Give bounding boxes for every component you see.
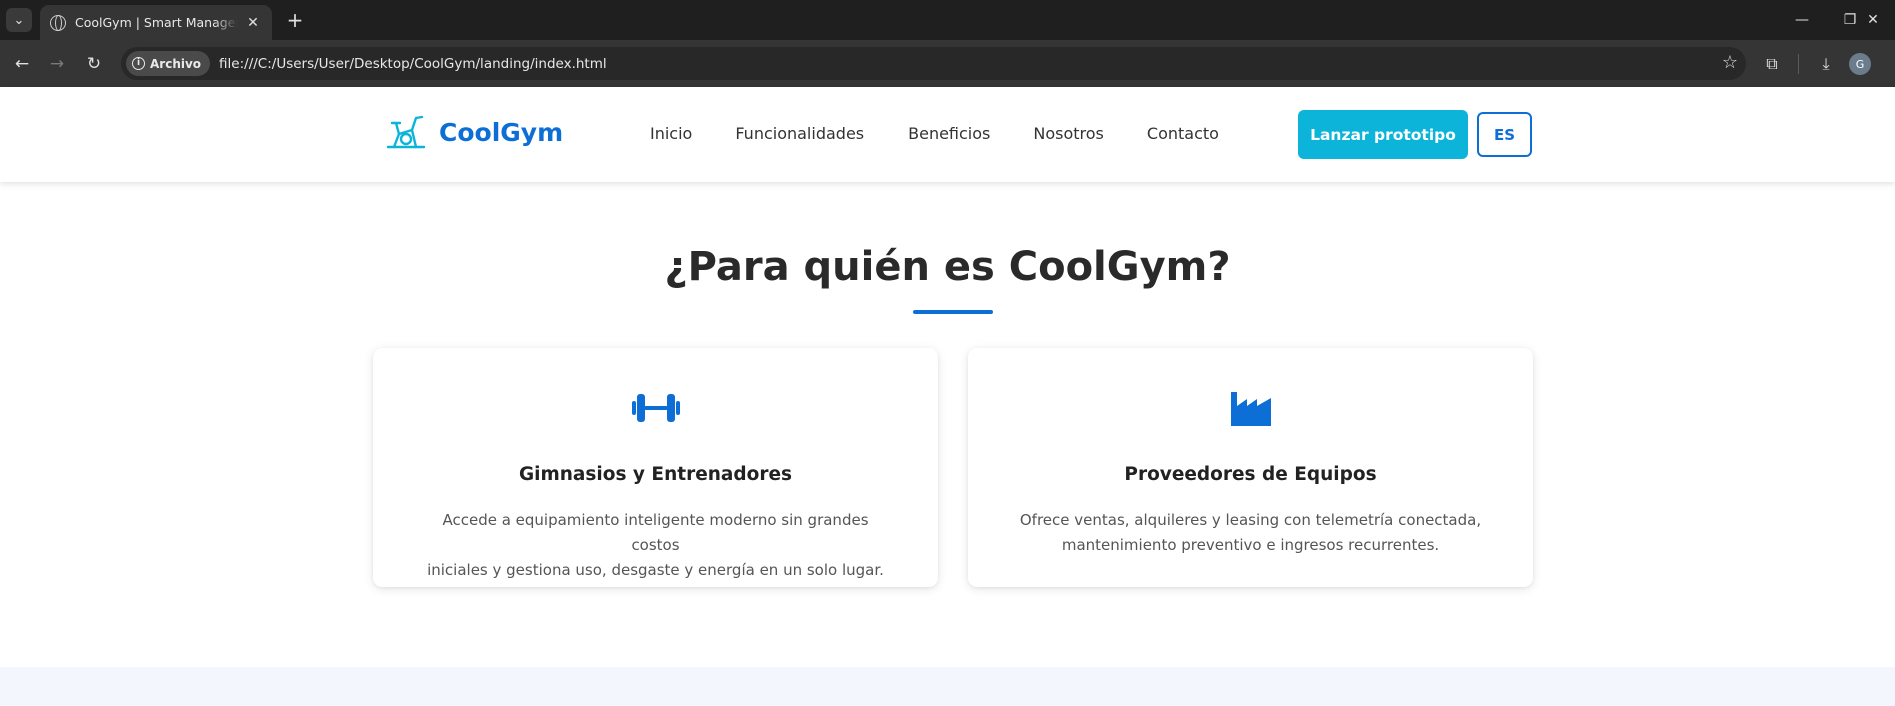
profile-avatar[interactable]: G bbox=[1849, 53, 1871, 75]
minimize-icon[interactable]: — bbox=[1780, 6, 1824, 34]
card-description: Ofrece ventas, alquileres y leasing con … bbox=[1013, 508, 1488, 558]
card-text-line: Accede a equipamiento inteligente modern… bbox=[442, 511, 869, 554]
reload-icon[interactable]: ↻ bbox=[80, 50, 108, 78]
section-title: ¿Para quién es CoolGym? bbox=[664, 244, 1231, 290]
card-title: Proveedores de Equipos bbox=[1124, 464, 1377, 485]
forward-icon[interactable]: → bbox=[43, 50, 71, 78]
audience-card-gyms: Gimnasios y Entrenadores Accede a equipa… bbox=[373, 348, 938, 587]
card-description: Accede a equipamiento inteligente modern… bbox=[418, 508, 893, 583]
close-window-icon[interactable]: ✕ bbox=[1851, 6, 1895, 34]
nav-link-contacto[interactable]: Contacto bbox=[1147, 124, 1219, 143]
card-text-line: Ofrece ventas, alquileres y leasing con … bbox=[1019, 511, 1482, 529]
tab-close-icon[interactable]: ✕ bbox=[244, 15, 262, 31]
globe-icon bbox=[50, 14, 66, 31]
brand-name: CoolGym bbox=[439, 117, 564, 147]
toolbar-divider bbox=[1798, 54, 1799, 74]
card-text-line: iniciales y gestiona uso, desgaste y ene… bbox=[427, 561, 884, 579]
site-info-label: Archivo bbox=[150, 56, 202, 71]
nav-link-beneficios[interactable]: Beneficios bbox=[908, 124, 990, 143]
nav-link-nosotros[interactable]: Nosotros bbox=[1033, 124, 1104, 143]
audience-card-suppliers: Proveedores de Equipos Ofrece ventas, al… bbox=[968, 348, 1533, 587]
card-text-line: mantenimiento preventivo e ingresos recu… bbox=[1061, 536, 1440, 554]
bookmark-star-icon[interactable]: ☆ bbox=[1722, 52, 1738, 73]
card-title: Gimnasios y Entrenadores bbox=[518, 464, 793, 485]
tab-search-button[interactable]: ⌄ bbox=[6, 8, 32, 32]
new-tab-button[interactable]: + bbox=[282, 7, 308, 33]
extensions-icon[interactable]: ⧉ bbox=[1759, 51, 1785, 77]
exercise-bike-icon bbox=[386, 115, 426, 149]
dumbbell-icon bbox=[631, 394, 680, 422]
browser-tab[interactable]: CoolGym | Smart Management ✕ bbox=[40, 5, 272, 40]
url-text[interactable]: file:///C:/Users/User/Desktop/CoolGym/la… bbox=[219, 56, 607, 72]
launch-prototype-button[interactable]: Lanzar prototipo bbox=[1298, 110, 1468, 159]
main-nav: Inicio Funcionalidades Beneficios Nosotr… bbox=[650, 124, 1262, 143]
nav-link-inicio[interactable]: Inicio bbox=[650, 124, 692, 143]
next-section-background bbox=[0, 667, 1895, 706]
downloads-icon[interactable]: ⤓ bbox=[1813, 51, 1839, 77]
address-bar[interactable]: i Archivo file:///C:/Users/User/Desktop/… bbox=[121, 47, 1746, 80]
info-icon: i bbox=[132, 57, 145, 70]
nav-link-funcionalidades[interactable]: Funcionalidades bbox=[735, 124, 864, 143]
back-icon[interactable]: ← bbox=[8, 50, 36, 78]
brand-logo-link[interactable]: CoolGym bbox=[386, 114, 563, 150]
site-info-chip[interactable]: i Archivo bbox=[126, 51, 211, 76]
factory-icon bbox=[1230, 392, 1271, 426]
title-underline bbox=[913, 310, 993, 314]
tab-title: CoolGym | Smart Management bbox=[75, 15, 238, 30]
language-toggle-button[interactable]: ES bbox=[1477, 112, 1532, 157]
